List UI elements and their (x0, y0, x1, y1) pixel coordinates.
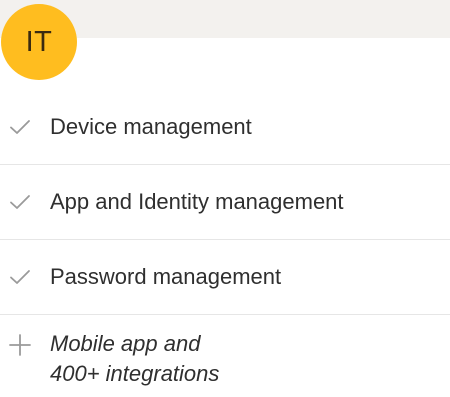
plus-icon (9, 334, 31, 356)
check-icon (10, 270, 30, 284)
feature-label: App and Identity management (50, 189, 344, 214)
feature-item: Password management (0, 240, 450, 315)
check-icon (10, 195, 30, 209)
category-badge: IT (1, 4, 77, 80)
feature-label: Password management (50, 264, 282, 289)
extra-feature-item: Mobile app and 400+ integrations (0, 315, 450, 397)
feature-label: Device management (50, 114, 252, 139)
check-icon (10, 120, 30, 134)
extra-feature-label: Mobile app and 400+ integrations (50, 329, 350, 389)
extra-feature-line-1: Mobile app and (50, 331, 201, 356)
feature-item: App and Identity management (0, 165, 450, 240)
feature-item: Device management (0, 90, 450, 165)
plan-card: IT Device management App and Identity ma… (0, 0, 450, 397)
category-badge-label: IT (25, 25, 53, 58)
extra-feature-line-2: 400+ integrations (50, 361, 220, 386)
feature-list: Device management App and Identity manag… (0, 90, 450, 397)
